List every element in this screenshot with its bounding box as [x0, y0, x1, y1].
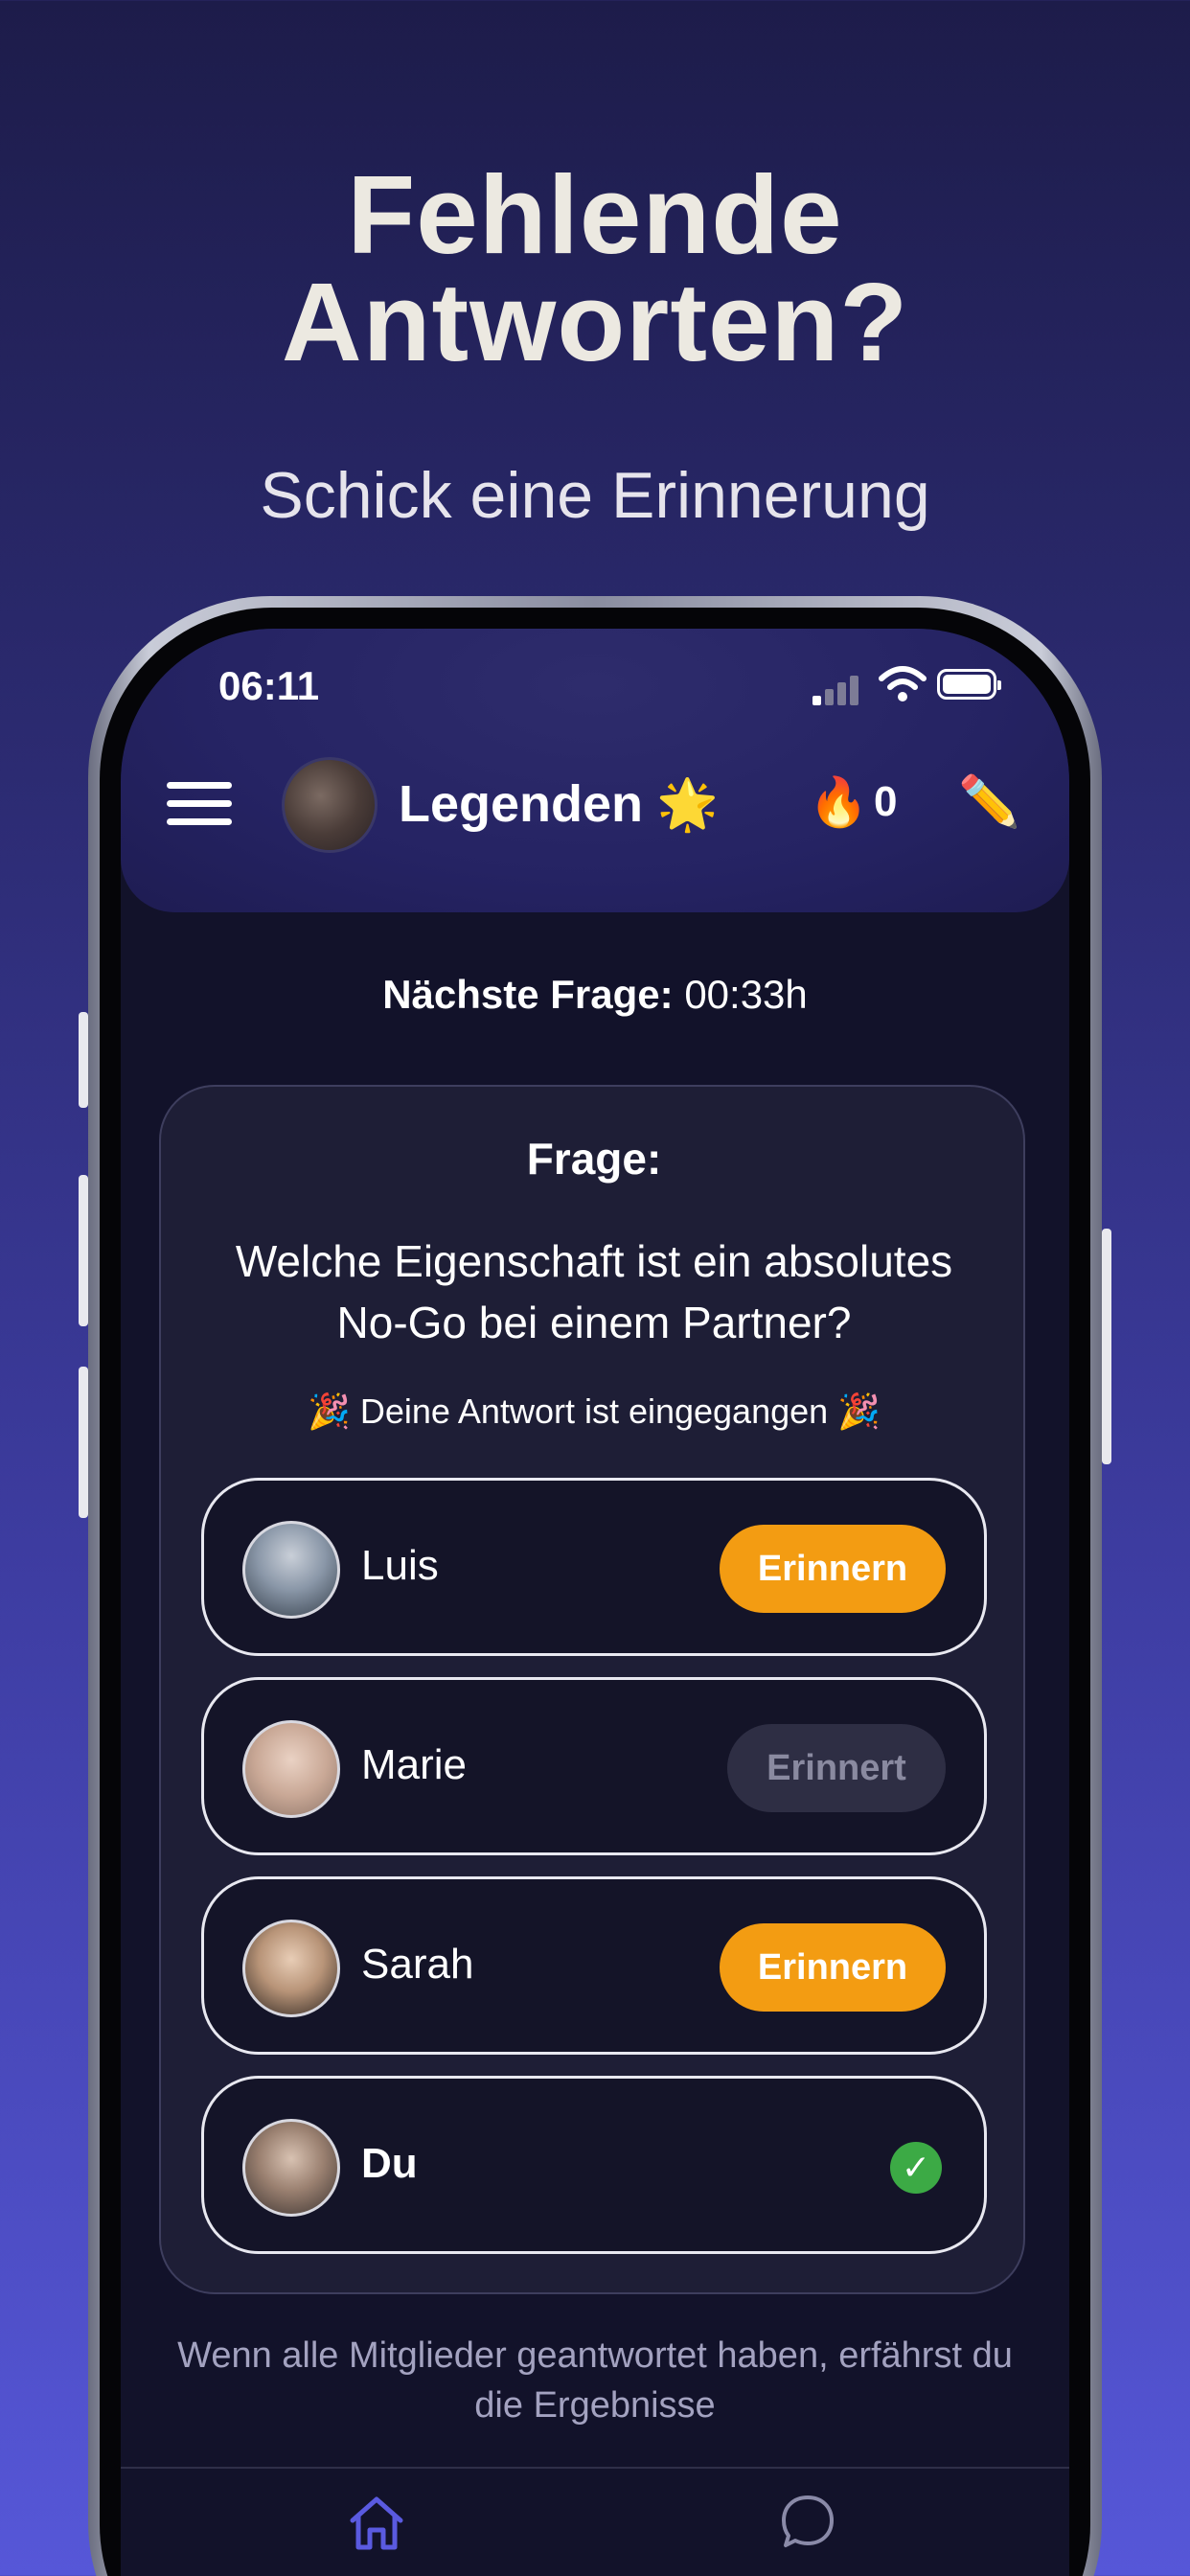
member-row: Marie Erinnert — [201, 1677, 987, 1855]
answer-submitted-text: Deine Antwort ist eingegangen — [359, 1392, 829, 1431]
avatar — [242, 1521, 340, 1619]
member-name: Luis — [361, 1542, 439, 1589]
headline: Fehlende Antworten? — [0, 152, 1190, 384]
member-row: Luis Erinnern — [201, 1478, 987, 1656]
avatar — [242, 1720, 340, 1818]
wifi-icon — [879, 666, 927, 702]
phone-side-button — [79, 1012, 88, 1108]
star-icon: 🌟 — [656, 777, 719, 833]
next-question-countdown: Nächste Frage: 00:33h — [121, 972, 1069, 1018]
remind-button[interactable]: Erinnern — [720, 1525, 946, 1613]
question-card: Frage: Welche Eigenschaft ist ein absolu… — [159, 1085, 1025, 2294]
group-avatar[interactable] — [282, 757, 378, 853]
remind-button[interactable]: Erinnern — [720, 1923, 946, 2012]
avatar — [242, 1920, 340, 2017]
fire-icon: 🔥 — [809, 775, 869, 829]
phone-side-button — [79, 1175, 88, 1326]
member-name: Marie — [361, 1741, 468, 1788]
member-row: Sarah Erinnern — [201, 1876, 987, 2055]
group-title[interactable]: Legenden 🌟 — [399, 774, 719, 834]
app-screen: 06:11 Legenden 🌟 🔥 0 ✏️ Nächste Frage: 0… — [121, 629, 1069, 2576]
countdown-label: Nächste Frage: — [382, 972, 674, 1017]
pencil-icon[interactable]: ✏️ — [958, 772, 1020, 831]
app-header: 06:11 Legenden 🌟 🔥 0 ✏️ — [121, 629, 1069, 912]
home-icon[interactable] — [347, 2494, 406, 2553]
cellular-signal-icon — [812, 675, 860, 705]
checkmark-icon: ✓ — [890, 2142, 942, 2194]
status-time: 06:11 — [218, 663, 320, 708]
headline-line-1: Fehlende — [347, 152, 843, 277]
member-name: Du — [361, 2140, 418, 2187]
member-row: Du ✓ — [201, 2076, 987, 2254]
streak-count: 0 — [874, 778, 898, 825]
results-info-text: Wenn alle Mitglieder geantwortet haben, … — [177, 2335, 1013, 2426]
countdown-value: 00:33h — [684, 972, 808, 1017]
group-name-label: Legenden — [399, 775, 644, 833]
tab-bar-divider — [121, 2467, 1069, 2469]
chat-icon[interactable] — [780, 2494, 835, 2549]
hamburger-menu-icon[interactable] — [167, 782, 232, 826]
question-text: Welche Eigenschaft ist ein absolutes No-… — [235, 1236, 953, 1347]
answer-submitted-notice: 🎉 Deine Antwort ist eingegangen 🎉 — [161, 1392, 1027, 1432]
headline-line-2: Antworten? — [281, 260, 909, 384]
phone-side-button — [1102, 1229, 1111, 1464]
avatar — [242, 2119, 340, 2217]
battery-icon — [937, 669, 1001, 700]
subline: Schick eine Erinnerung — [260, 459, 930, 532]
question-label: Frage: — [526, 1134, 662, 1184]
member-name: Sarah — [361, 1941, 474, 1988]
party-popper-icon: 🎉 — [307, 1392, 351, 1431]
party-popper-icon: 🎉 — [837, 1392, 881, 1431]
phone-side-button — [79, 1367, 88, 1518]
reminded-button: Erinnert — [727, 1724, 946, 1812]
